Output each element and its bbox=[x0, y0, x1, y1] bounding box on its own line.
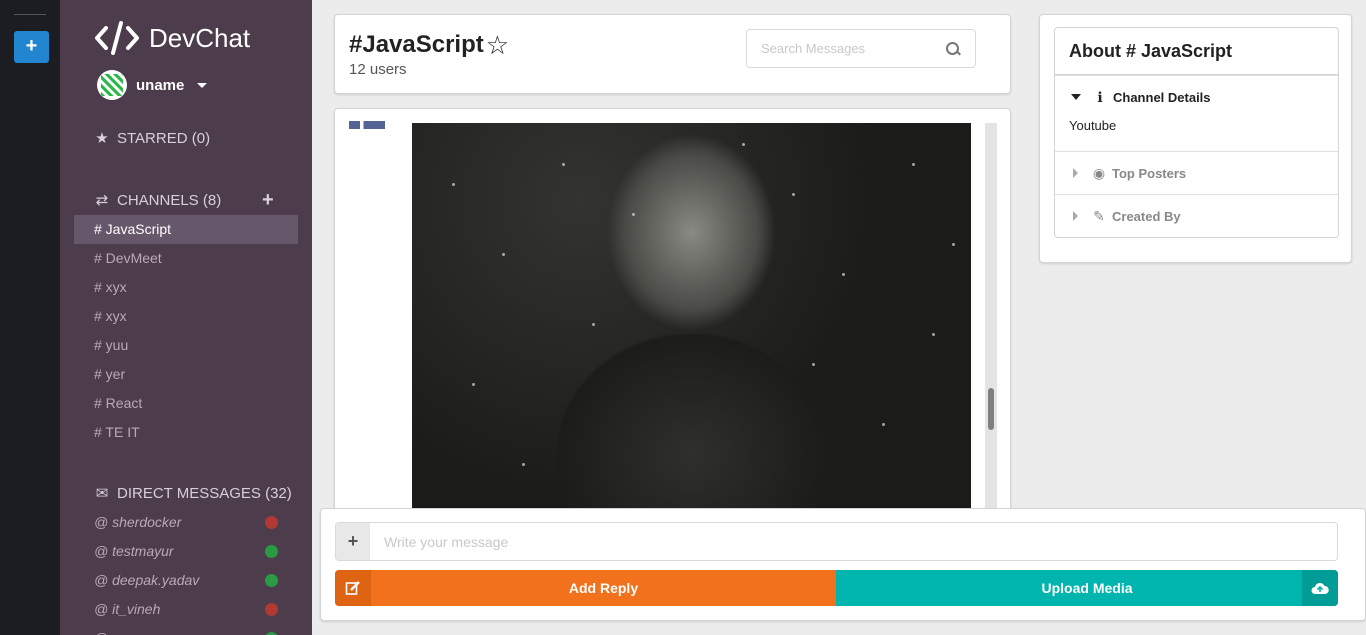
starred-label: STARRED (0) bbox=[117, 129, 211, 147]
dm-item[interactable]: @ deepak.yadav bbox=[74, 566, 298, 595]
caret-down-icon bbox=[197, 82, 208, 88]
app-name: DevChat bbox=[149, 22, 251, 53]
channels-section: ⇄ CHANNELS (8) + bbox=[94, 189, 284, 212]
info-icon: ℹ bbox=[1097, 88, 1103, 105]
dm-item[interactable]: @ bbox=[74, 624, 298, 635]
accordion-title[interactable]: ✎ Created By bbox=[1055, 195, 1338, 237]
channel-item[interactable]: # yer bbox=[74, 360, 298, 389]
accordion-label: Top Posters bbox=[1112, 165, 1187, 181]
channel-item[interactable]: # React bbox=[74, 389, 298, 418]
accordion-channel-details: ℹ Channel Details Youtube bbox=[1055, 75, 1338, 151]
app-logo: DevChat bbox=[94, 20, 250, 56]
messages-panel bbox=[334, 108, 1011, 528]
channels-label: CHANNELS (8) bbox=[117, 191, 222, 209]
channel-description: Youtube bbox=[1069, 118, 1117, 133]
add-reply-button[interactable]: Add Reply bbox=[335, 570, 836, 606]
message-avatar bbox=[349, 121, 385, 129]
dm-item[interactable]: @ sherdocker bbox=[74, 508, 298, 537]
dm-label: @ testmayur bbox=[94, 543, 174, 559]
direct-message-list: @ sherdocker @ testmayur @ deepak.yadav … bbox=[74, 508, 298, 635]
channel-item[interactable]: # JavaScript bbox=[74, 215, 298, 244]
star-icon: ★ bbox=[95, 130, 109, 147]
dm-label: @ it_vineh bbox=[94, 601, 161, 617]
message-form: + Add Reply Upload Media bbox=[320, 508, 1366, 621]
status-dot bbox=[265, 574, 278, 587]
message-input-group: + bbox=[335, 522, 1338, 561]
messages-scrollbar[interactable] bbox=[985, 123, 997, 515]
add-reply-label: Add Reply bbox=[568, 580, 639, 596]
user-circle-icon: ◉ bbox=[1092, 164, 1106, 181]
message-image bbox=[412, 123, 971, 513]
add-channel-icon[interactable]: + bbox=[262, 189, 274, 212]
meta-panel: About # JavaScript ℹ Channel Details You… bbox=[1039, 14, 1352, 263]
user-name: uname bbox=[136, 76, 185, 94]
dm-item[interactable]: @ testmayur bbox=[74, 537, 298, 566]
channel-item[interactable]: # xyx bbox=[74, 302, 298, 331]
dm-label: @ sherdocker bbox=[94, 514, 182, 530]
scrollbar-thumb[interactable] bbox=[988, 388, 994, 430]
color-panel: + bbox=[0, 0, 60, 635]
mail-icon: ✉ bbox=[95, 485, 109, 502]
direct-messages-label: DIRECT MESSAGES (32) bbox=[117, 484, 292, 502]
side-panel: DevChat uname ★ STARRED (0) ⇄ CHANNELS (… bbox=[60, 0, 312, 635]
exchange-icon: ⇄ bbox=[95, 192, 109, 209]
channel-list: # JavaScript # DevMeet # xyx # xyx # yuu… bbox=[74, 215, 298, 447]
user-count: 12 users bbox=[349, 61, 407, 78]
accordion-top-posters: ◉ Top Posters bbox=[1055, 151, 1338, 194]
divider bbox=[14, 14, 46, 15]
search-box bbox=[746, 29, 976, 68]
accordion-created-by: ✎ Created By bbox=[1055, 194, 1338, 237]
add-icon[interactable]: + bbox=[336, 523, 370, 560]
user-dropdown[interactable]: uname bbox=[97, 70, 208, 100]
channel-item[interactable]: # DevMeet bbox=[74, 244, 298, 273]
direct-messages-section: ✉ DIRECT MESSAGES (32) bbox=[94, 484, 292, 503]
channel-name: #JavaScript bbox=[349, 31, 484, 58]
messages-header: #JavaScript ☆ 12 users bbox=[334, 14, 1011, 94]
accordion-label: Created By bbox=[1112, 208, 1181, 224]
pencil-icon: ✎ bbox=[1093, 207, 1105, 224]
channel-title: #JavaScript ☆ bbox=[349, 31, 509, 59]
accordion-title[interactable]: ◉ Top Posters bbox=[1055, 152, 1338, 194]
status-dot bbox=[265, 516, 278, 529]
add-color-button[interactable]: + bbox=[14, 31, 49, 63]
message-input[interactable] bbox=[370, 523, 1337, 560]
status-dot bbox=[265, 603, 278, 616]
accordion-label: Channel Details bbox=[1113, 89, 1211, 105]
caret-right-icon bbox=[1073, 168, 1078, 178]
upload-media-button[interactable]: Upload Media bbox=[836, 570, 1338, 606]
search-icon[interactable] bbox=[945, 41, 961, 57]
code-icon bbox=[95, 21, 139, 55]
accordion-title[interactable]: ℹ Channel Details bbox=[1055, 76, 1338, 118]
about-title: About # JavaScript bbox=[1055, 28, 1338, 75]
dm-label: @ bbox=[94, 630, 108, 635]
edit-icon bbox=[335, 570, 371, 606]
search-input[interactable] bbox=[761, 41, 945, 56]
avatar bbox=[97, 70, 127, 100]
caret-down-icon bbox=[1071, 94, 1081, 100]
about-channel: About # JavaScript ℹ Channel Details You… bbox=[1054, 27, 1339, 238]
dm-item[interactable]: @ it_vineh bbox=[74, 595, 298, 624]
upload-media-label: Upload Media bbox=[1041, 580, 1133, 596]
channel-item[interactable]: # TE IT bbox=[74, 418, 298, 447]
dm-label: @ deepak.yadav bbox=[94, 572, 200, 588]
status-dot bbox=[265, 545, 278, 558]
star-icon[interactable]: ☆ bbox=[486, 32, 509, 58]
channel-item[interactable]: # xyx bbox=[74, 273, 298, 302]
starred-section: ★ STARRED (0) bbox=[94, 129, 211, 148]
cloud-upload-icon bbox=[1302, 570, 1338, 606]
caret-right-icon bbox=[1073, 211, 1078, 221]
channel-item[interactable]: # yuu bbox=[74, 331, 298, 360]
